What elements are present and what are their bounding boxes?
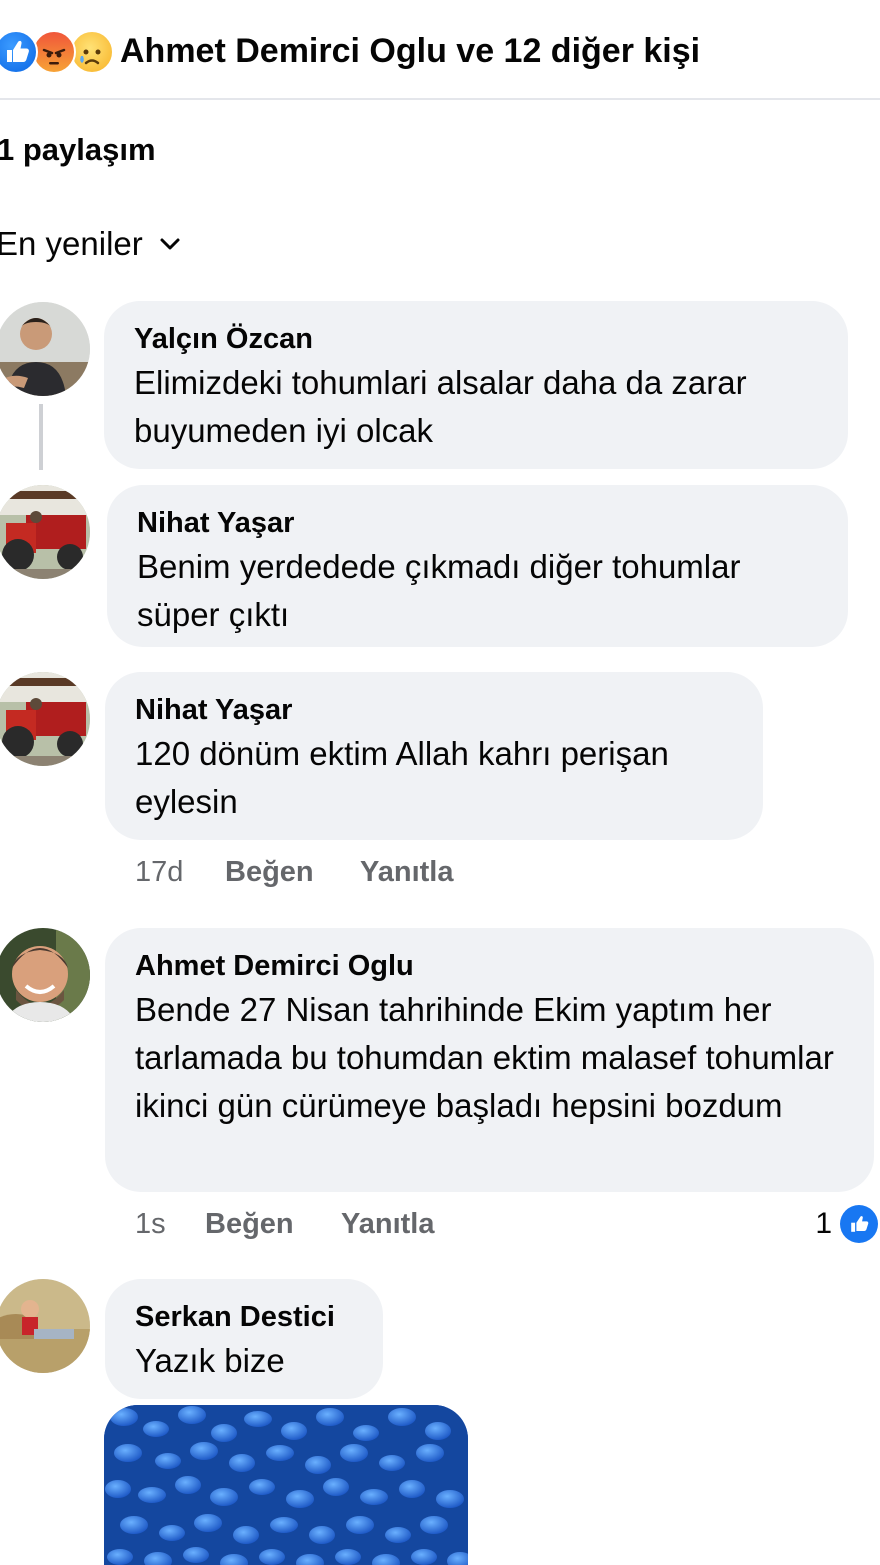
avatar[interactable] bbox=[0, 485, 90, 579]
comment-author[interactable]: Serkan Destici bbox=[135, 1297, 353, 1337]
comment-author[interactable]: Nihat Yaşar bbox=[135, 690, 733, 730]
like-button[interactable]: Beğen bbox=[225, 852, 314, 892]
comment-actions: 17d Beğen Yanıtla bbox=[135, 852, 535, 892]
comment-bubble[interactable]: Serkan Destici Yazık bize bbox=[105, 1279, 383, 1399]
avatar[interactable] bbox=[0, 302, 90, 396]
thread-line bbox=[39, 404, 43, 470]
comment-time[interactable]: 17d bbox=[135, 852, 183, 892]
comment-like-count[interactable]: 1 bbox=[815, 1204, 878, 1244]
comment-bubble[interactable]: Nihat Yaşar 120 dönüm ektim Allah kahrı … bbox=[105, 672, 763, 840]
reply-button[interactable]: Yanıtla bbox=[341, 1204, 435, 1244]
comment-photo[interactable] bbox=[104, 1405, 468, 1565]
sort-label: En yeniler bbox=[0, 225, 143, 262]
comment-actions: 1s Beğen Yanıtla bbox=[135, 1204, 535, 1244]
comment-text: Elimizdeki tohumlari alsalar daha da zar… bbox=[134, 364, 747, 449]
shares-count[interactable]: 1 paylaşım bbox=[0, 130, 156, 170]
reactions-bar[interactable]: Ahmet Demirci Oglu ve 12 diğer kişi bbox=[0, 0, 880, 100]
sort-dropdown[interactable]: En yeniler bbox=[0, 222, 181, 266]
comment-bubble[interactable]: Nihat Yaşar Benim yerdedede çıkmadı diğe… bbox=[107, 485, 848, 647]
like-button[interactable]: Beğen bbox=[205, 1204, 294, 1244]
comment-author[interactable]: Nihat Yaşar bbox=[137, 503, 818, 543]
chevron-down-icon bbox=[160, 238, 180, 250]
reaction-icons bbox=[0, 30, 116, 74]
comment-bubble[interactable]: Yalçın Özcan Elimizdeki tohumlari alsala… bbox=[104, 301, 848, 469]
comment-text: Benim yerdedede çıkmadı diğer tohumlar s… bbox=[137, 548, 741, 633]
sad-icon bbox=[70, 30, 114, 74]
like-icon bbox=[0, 30, 38, 74]
comment-bubble[interactable]: Ahmet Demirci Oglu Bende 27 Nisan tahrih… bbox=[105, 928, 874, 1192]
angry-icon bbox=[32, 30, 76, 74]
reactions-summary[interactable]: Ahmet Demirci Oglu ve 12 diğer kişi bbox=[120, 29, 700, 73]
avatar[interactable] bbox=[0, 928, 90, 1022]
comment-text: 120 dönüm ektim Allah kahrı perişan eyle… bbox=[135, 735, 669, 820]
reply-button[interactable]: Yanıtla bbox=[360, 852, 454, 892]
like-count-value: 1 bbox=[815, 1207, 832, 1240]
comment-text: Bende 27 Nisan tahrihinde Ekim yaptım he… bbox=[135, 991, 834, 1124]
comment-author[interactable]: Ahmet Demirci Oglu bbox=[135, 946, 844, 986]
like-icon bbox=[840, 1205, 878, 1243]
avatar[interactable] bbox=[0, 1279, 90, 1373]
comment-text: Yazık bize bbox=[135, 1342, 285, 1379]
comment-time[interactable]: 1s bbox=[135, 1204, 166, 1244]
avatar[interactable] bbox=[0, 672, 90, 766]
comment-author[interactable]: Yalçın Özcan bbox=[134, 319, 818, 359]
